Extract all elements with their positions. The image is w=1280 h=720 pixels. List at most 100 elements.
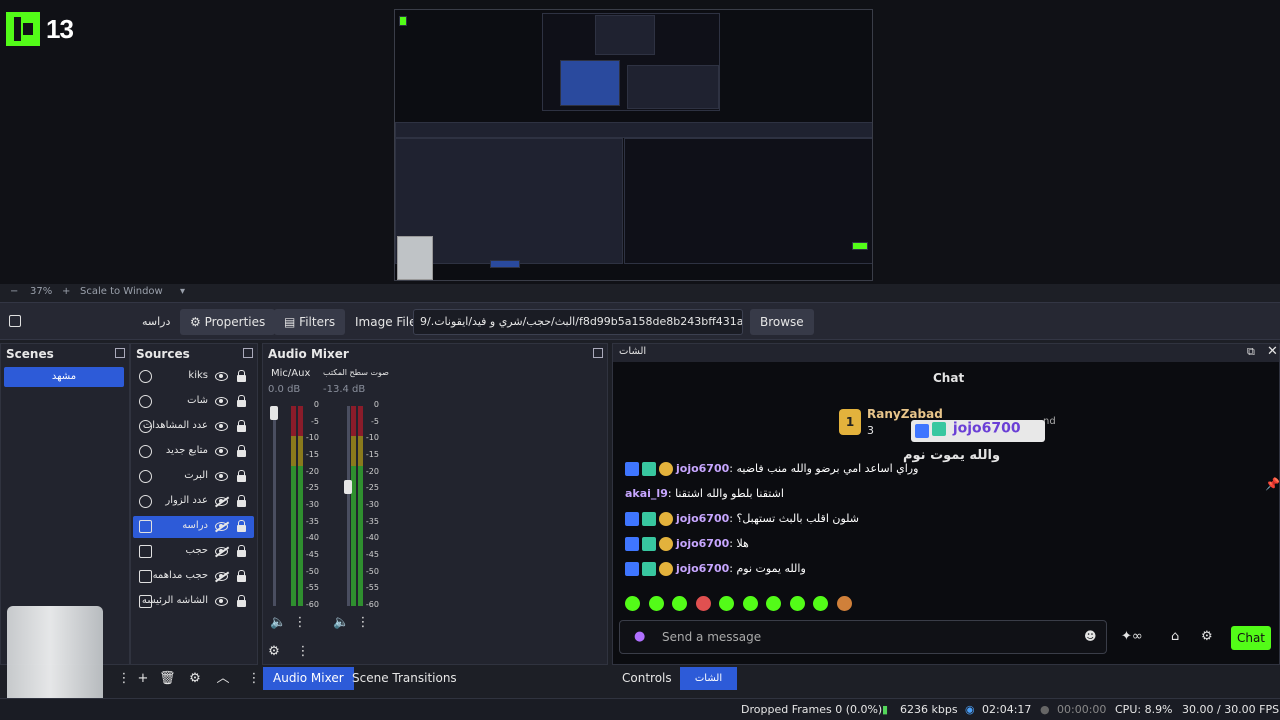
emote-icon[interactable]	[789, 596, 805, 611]
more-icon[interactable]: ⋮	[116, 671, 132, 687]
pinned-count: 3	[867, 424, 874, 437]
emote-icon[interactable]	[648, 596, 664, 611]
lock-icon[interactable]	[237, 570, 246, 582]
volume-fader-track[interactable]	[347, 406, 350, 606]
chat-username[interactable]: jojo6700	[676, 512, 729, 525]
emote-icon[interactable]	[672, 596, 687, 611]
lock-icon[interactable]	[237, 420, 246, 432]
eye-icon[interactable]	[215, 597, 228, 606]
float-icon[interactable]	[115, 348, 125, 358]
lock-icon[interactable]	[237, 520, 246, 532]
more-icon[interactable]: ⋮	[355, 615, 371, 631]
chat-input-box[interactable]: ● Send a message ☻	[619, 620, 1107, 654]
chat-username[interactable]: jojo6700	[676, 562, 729, 575]
emote-icon[interactable]	[695, 596, 711, 611]
more-icon[interactable]: ⋮	[246, 671, 262, 687]
emoji-icon[interactable]: ☻	[1084, 629, 1097, 643]
eye-icon[interactable]	[215, 422, 228, 431]
pinned-message: والله يموت نوم	[903, 448, 1001, 463]
scene-item[interactable]: مشهد	[4, 367, 124, 387]
source-item[interactable]: الشاشه الرئيسه	[133, 591, 254, 613]
speaker-icon[interactable]: 🔈	[270, 615, 286, 631]
source-item[interactable]: عدد المشاهدات	[133, 416, 254, 438]
eye-icon[interactable]	[215, 372, 228, 381]
gear-icon[interactable]: ⚙	[187, 671, 203, 687]
more-icon[interactable]: ⋮	[292, 615, 308, 631]
zoom-in-button[interactable]: +	[62, 286, 70, 297]
source-item[interactable]: حجب	[133, 541, 254, 563]
preview-area[interactable]: 13	[0, 0, 1280, 284]
store-icon[interactable]: ⌂	[1171, 629, 1179, 644]
lock-icon[interactable]	[237, 545, 246, 557]
source-item[interactable]: متابع جديد	[133, 441, 254, 463]
zoom-out-button[interactable]: −	[10, 286, 18, 297]
eye-off-icon[interactable]	[215, 572, 228, 581]
eye-icon[interactable]	[215, 472, 228, 481]
microphone-icon[interactable]: ●	[634, 629, 645, 644]
source-item[interactable]: kiks	[133, 366, 254, 388]
eye-icon[interactable]	[215, 447, 228, 456]
volume-fader-track[interactable]	[273, 406, 276, 606]
channel-name: صوت سطح المكتب	[323, 368, 389, 377]
volume-fader-handle[interactable]	[270, 406, 278, 420]
speaker-icon[interactable]: 🔈	[333, 615, 349, 631]
file-path-field[interactable]: 9/.البث/حجب/شري و فيد/ايقونات/f8d99b5a15…	[413, 309, 743, 335]
close-icon[interactable]: ✕	[1267, 344, 1278, 359]
lock-icon[interactable]	[237, 470, 246, 482]
source-item[interactable]: حجب مداهمه	[133, 566, 254, 588]
source-item[interactable]: شات	[133, 391, 254, 413]
lock-icon[interactable]	[237, 370, 246, 382]
add-source-button[interactable]: +	[135, 671, 151, 687]
emote-icon[interactable]	[836, 596, 852, 611]
float-icon[interactable]	[243, 348, 253, 358]
tab-controls[interactable]: Controls	[612, 667, 682, 690]
eye-off-icon[interactable]	[215, 547, 228, 556]
gift-badge-icon	[659, 512, 673, 526]
eye-off-icon[interactable]	[215, 497, 228, 506]
properties-button[interactable]: ⚙ Properties	[180, 309, 276, 335]
source-name: حجب	[185, 545, 208, 556]
source-name: شات	[187, 395, 208, 406]
source-item[interactable]: دراسه	[133, 516, 254, 538]
chevron-down-icon[interactable]: ▾	[180, 286, 185, 297]
emote-icon[interactable]	[742, 596, 758, 611]
lock-icon[interactable]	[237, 595, 246, 607]
eye-off-icon[interactable]	[215, 522, 228, 531]
gift-badge-icon	[659, 537, 673, 551]
chat-username[interactable]: akai_l9	[625, 487, 668, 500]
more-icon[interactable]: ⋮	[295, 644, 311, 660]
emote-icon[interactable]	[813, 596, 828, 611]
lock-icon[interactable]	[237, 495, 246, 507]
float-icon[interactable]: ⧉	[1247, 345, 1255, 359]
emote-icon[interactable]	[766, 596, 781, 611]
globe-icon	[139, 445, 152, 458]
move-up-icon[interactable]: ︿	[215, 671, 231, 687]
lock-icon[interactable]	[237, 395, 246, 407]
source-item[interactable]: عدد الزوار	[133, 491, 254, 513]
tab-audio-mixer[interactable]: Audio Mixer	[263, 667, 354, 690]
scale-mode[interactable]: Scale to Window	[80, 286, 163, 297]
source-name: عدد الزوار	[165, 495, 208, 506]
browse-button[interactable]: Browse	[750, 309, 814, 335]
tab-scene-transitions[interactable]: Scene Transitions	[342, 667, 467, 690]
trash-icon[interactable]: 🗑	[159, 671, 176, 687]
emote-icon[interactable]	[625, 596, 640, 611]
pin-icon[interactable]: 📌	[1265, 477, 1280, 491]
gear-icon[interactable]: ⚙	[266, 644, 282, 660]
sub-badge-icon	[642, 537, 656, 551]
source-item[interactable]: البرت	[133, 466, 254, 488]
float-icon[interactable]	[593, 348, 603, 358]
tab-chat[interactable]: الشات	[680, 667, 737, 690]
gear-icon[interactable]: ⚙	[1201, 629, 1213, 644]
eye-icon[interactable]	[215, 397, 228, 406]
points-icon[interactable]: ✦∞	[1121, 629, 1143, 644]
emote-icon[interactable]	[719, 596, 734, 611]
filters-button[interactable]: ▤ Filters	[274, 309, 346, 335]
chat-username[interactable]: jojo6700	[676, 462, 729, 475]
lock-icon[interactable]	[237, 445, 246, 457]
stream-preview-canvas[interactable]	[394, 9, 873, 281]
channel-level: -13.4 dB	[323, 384, 366, 395]
volume-fader-handle[interactable]	[344, 480, 352, 495]
chat-send-button[interactable]: Chat	[1231, 626, 1271, 650]
chat-username[interactable]: jojo6700	[676, 537, 729, 550]
